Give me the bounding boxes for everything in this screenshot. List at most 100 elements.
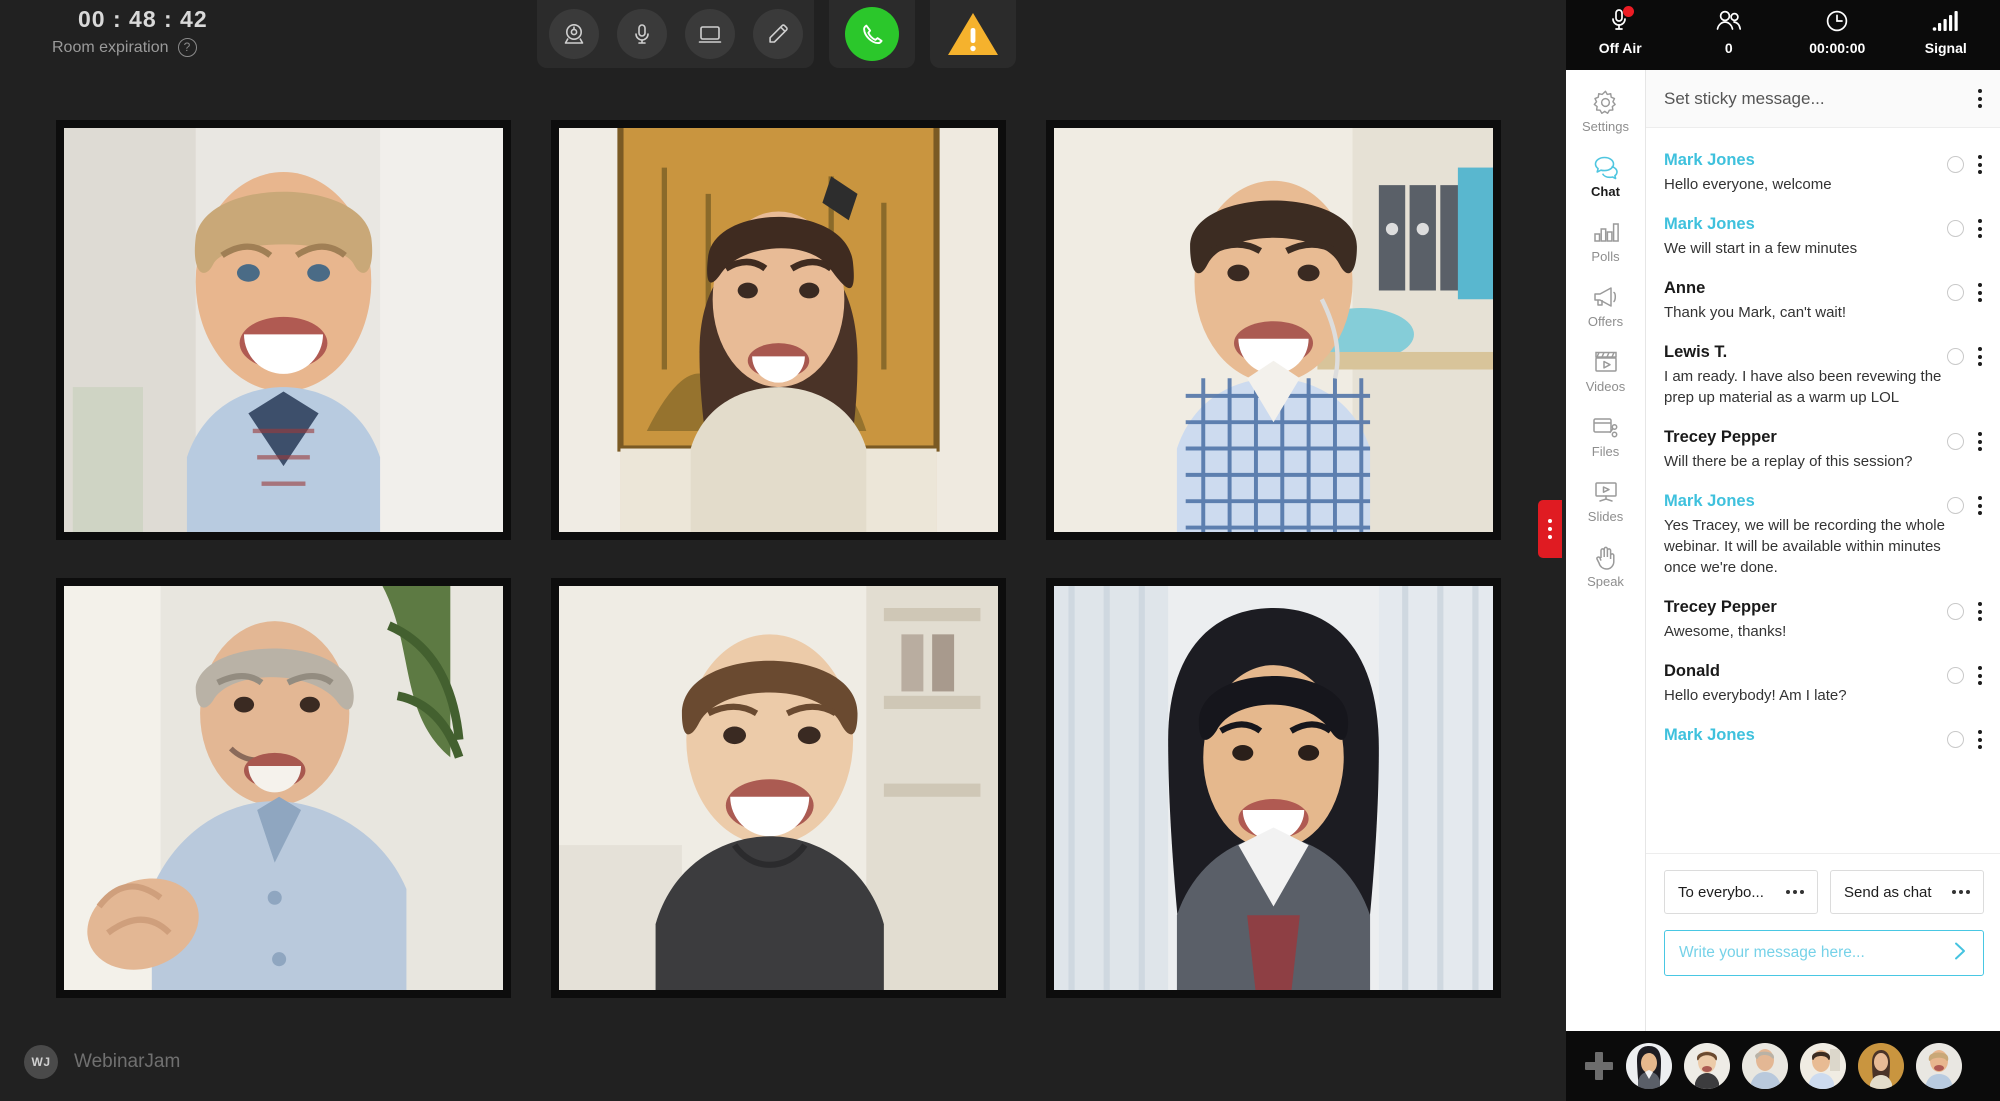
chat-select-radio[interactable]: [1947, 497, 1964, 514]
chat-message-menu-icon[interactable]: [1972, 279, 1988, 306]
status-off-air-label: Off Air: [1598, 40, 1642, 56]
video-tile-5[interactable]: [551, 578, 1006, 998]
webcam-icon[interactable]: [548, 9, 599, 59]
sidebar-item-files[interactable]: Files: [1567, 405, 1645, 464]
avatar[interactable]: [1916, 1043, 1962, 1089]
chat-message-list[interactable]: Mark Jones Hello everyone, welcome Mark …: [1646, 128, 2000, 853]
chat-message: Mark Jones We will start in a few minute…: [1646, 204, 2000, 268]
video-tile-6[interactable]: [1046, 578, 1501, 998]
sidebar-label-offers: Offers: [1587, 314, 1624, 329]
sidebar-item-videos[interactable]: Videos: [1567, 340, 1645, 399]
add-participant-icon[interactable]: [1584, 1051, 1614, 1081]
chat-message-menu-icon[interactable]: [1972, 343, 1988, 370]
status-elapsed-time: 00:00:00: [1809, 40, 1866, 56]
chat-select-radio[interactable]: [1947, 156, 1964, 173]
microphone-icon[interactable]: [616, 9, 667, 59]
status-signal[interactable]: Signal: [1892, 0, 2000, 56]
chat-text: We will start in a few minutes: [1664, 240, 1858, 257]
send-mode-select[interactable]: Send as chat: [1830, 870, 1984, 914]
chat-author: Mark Jones: [1664, 215, 1755, 233]
microphone-recording-icon: [1608, 5, 1635, 37]
sidebar-item-speak[interactable]: Speak: [1567, 535, 1645, 594]
chat-message-menu-icon[interactable]: [1972, 726, 1988, 753]
chat-message-menu-icon[interactable]: [1972, 215, 1988, 242]
video-tile-2[interactable]: [551, 120, 1006, 540]
chat-message: Mark Jones Hello everyone, welcome: [1646, 140, 2000, 204]
avatar[interactable]: [1742, 1043, 1788, 1089]
chat-message: Trecey Pepper Will there be a replay of …: [1646, 417, 2000, 481]
status-off-air[interactable]: Off Air: [1566, 0, 1675, 56]
panel-body: Settings Chat Polls Offers Videos Files …: [1566, 70, 2000, 1031]
media-tool-group: [537, 0, 814, 68]
chat-message: Lewis T. I am ready. I have also been re…: [1646, 332, 2000, 417]
status-elapsed[interactable]: 00:00:00: [1783, 0, 1892, 56]
recipient-select[interactable]: To everybo...: [1664, 870, 1818, 914]
sticky-message-row[interactable]: Set sticky message...: [1646, 70, 2000, 128]
chat-select-radio[interactable]: [1947, 433, 1964, 450]
panel-collapse-handle[interactable]: [1538, 500, 1562, 558]
chat-select-radio[interactable]: [1947, 284, 1964, 301]
recipient-select-label: To everybo...: [1678, 883, 1764, 901]
chat-author: Mark Jones: [1664, 726, 1755, 744]
webinar-app: 00 : 48 : 42 Room expiration ? WJ Webina…: [0, 0, 2000, 1101]
chat-select-radio[interactable]: [1947, 603, 1964, 620]
sticky-message-menu-icon[interactable]: [1972, 85, 1988, 112]
chat-text: I am ready. I have also been revewing th…: [1664, 368, 1942, 406]
video-tile-4[interactable]: [56, 578, 511, 998]
warning-tool-group: [930, 0, 1016, 68]
chat-select-radio[interactable]: [1947, 220, 1964, 237]
sidebar-item-polls[interactable]: Polls: [1567, 210, 1645, 269]
chat-author: Trecey Pepper: [1664, 598, 1777, 616]
webinarjam-logo: WJ: [24, 1045, 58, 1079]
phone-icon[interactable]: [845, 7, 899, 61]
room-expiration-label: Room expiration: [52, 38, 169, 56]
video-tile-3[interactable]: [1046, 120, 1501, 540]
stage-area: 00 : 48 : 42 Room expiration ? WJ Webina…: [0, 0, 1566, 1101]
chat-select-radio[interactable]: [1947, 667, 1964, 684]
avatar[interactable]: [1684, 1043, 1730, 1089]
whiteboard-pencil-icon[interactable]: [752, 9, 803, 59]
chat-text: Yes Tracey, we will be recording the who…: [1664, 517, 1945, 576]
chat-message-menu-icon[interactable]: [1972, 662, 1988, 689]
screen-share-icon[interactable]: [684, 9, 735, 59]
status-bar: Off Air 0 00:00:00 Signal: [1566, 0, 2000, 70]
drag-dots-icon: [1548, 527, 1552, 531]
chat-message-menu-icon[interactable]: [1972, 151, 1988, 178]
sidebar-item-settings[interactable]: Settings: [1567, 80, 1645, 139]
video-tile-1[interactable]: [56, 120, 511, 540]
chat-author: Mark Jones: [1664, 492, 1755, 510]
participant-avatar-bar: [1566, 1031, 2000, 1101]
sidebar-label-files: Files: [1591, 444, 1620, 459]
signal-bars-icon: [1931, 5, 1961, 37]
chat-message-menu-icon[interactable]: [1972, 428, 1988, 455]
avatar[interactable]: [1800, 1043, 1846, 1089]
raised-hand-icon: [1592, 542, 1620, 572]
avatar[interactable]: [1626, 1043, 1672, 1089]
chat-message: Trecey Pepper Awesome, thanks!: [1646, 587, 2000, 651]
sidebar-item-offers[interactable]: Offers: [1567, 275, 1645, 334]
room-expiration-block: 00 : 48 : 42 Room expiration ?: [30, 4, 370, 57]
question-mark-icon[interactable]: ?: [177, 38, 197, 57]
chat-message-menu-icon[interactable]: [1972, 492, 1988, 519]
drag-dots-icon: [1548, 519, 1552, 523]
sidebar-item-slides[interactable]: Slides: [1567, 470, 1645, 529]
video-grid: [56, 120, 1506, 998]
chat-select-radio[interactable]: [1947, 731, 1964, 748]
status-attendees[interactable]: 0: [1675, 0, 1784, 56]
chat-message-menu-icon[interactable]: [1972, 598, 1988, 625]
chat-text: Hello everyone, welcome: [1664, 176, 1832, 193]
bar-chart-icon: [1592, 217, 1620, 247]
status-attendees-count: 0: [1724, 40, 1733, 56]
chat-message: Mark Jones: [1646, 715, 2000, 762]
send-arrow-icon[interactable]: [1949, 940, 1971, 967]
message-input[interactable]: [1679, 944, 1949, 962]
warning-triangle-icon[interactable]: [946, 10, 1000, 58]
chevron-down-icon: [1952, 890, 1970, 894]
panel-nav: Settings Chat Polls Offers Videos Files …: [1566, 70, 1646, 1031]
chat-select-radio[interactable]: [1947, 348, 1964, 365]
right-panel: Off Air 0 00:00:00 Signal Settings Chat …: [1566, 0, 2000, 1101]
sidebar-label-polls: Polls: [1591, 249, 1620, 264]
avatar[interactable]: [1858, 1043, 1904, 1089]
message-input-wrapper[interactable]: [1664, 930, 1984, 976]
sidebar-item-chat[interactable]: Chat: [1567, 145, 1645, 204]
